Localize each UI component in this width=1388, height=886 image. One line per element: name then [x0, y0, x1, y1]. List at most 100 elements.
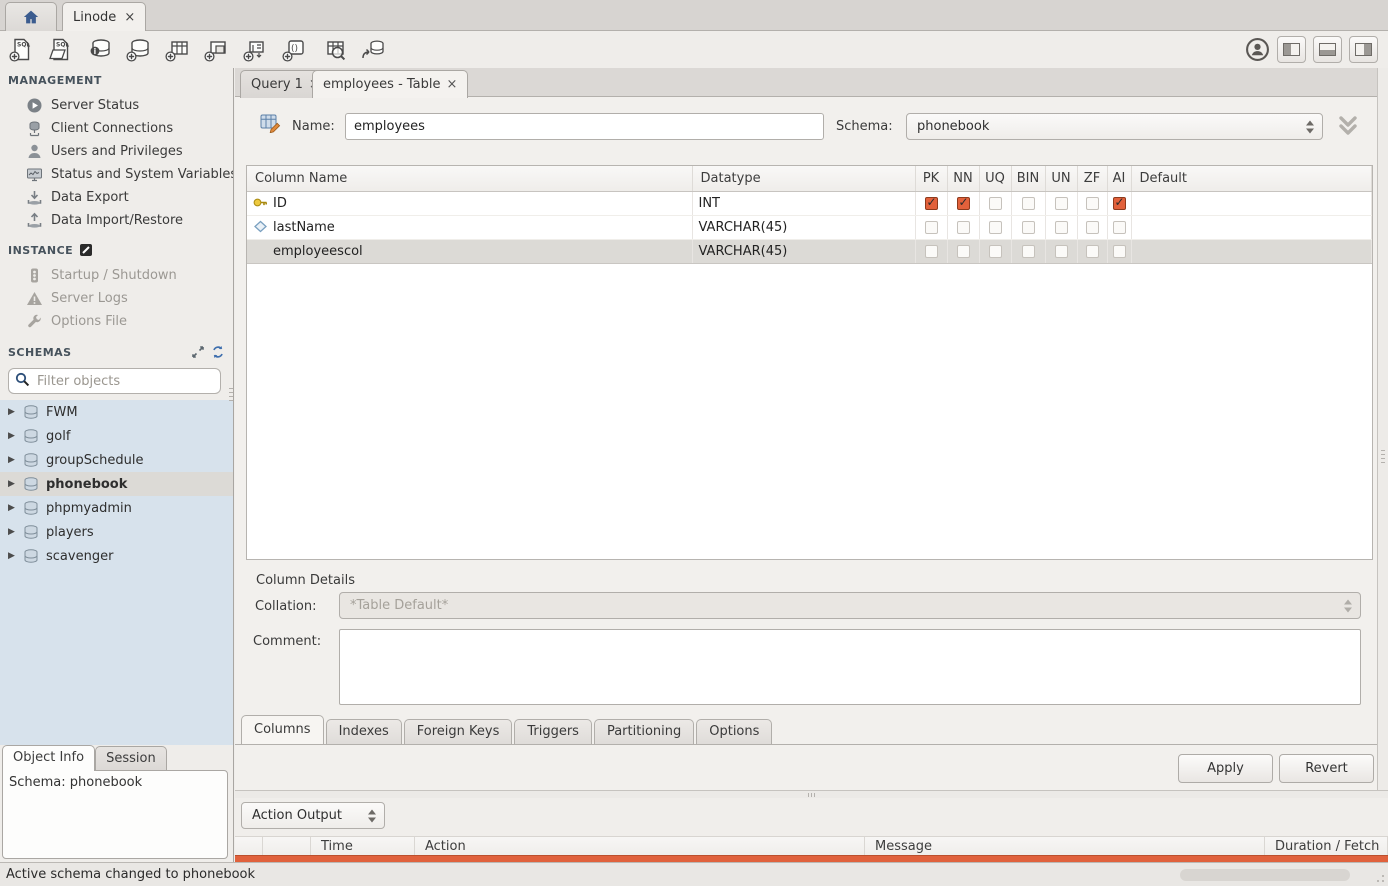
object-inspector-icon[interactable]: i — [87, 37, 112, 62]
editor-tab-employees-table[interactable]: employees - Table× — [312, 70, 468, 98]
apply-button[interactable]: Apply — [1178, 754, 1273, 783]
toggle-right-sidebar-icon[interactable] — [1349, 36, 1378, 63]
output-selector[interactable]: Action Output — [241, 802, 385, 829]
search-table-data-icon[interactable] — [321, 37, 346, 62]
checkbox-bin[interactable] — [1022, 197, 1035, 210]
schema-item-players[interactable]: ▶players — [0, 520, 233, 544]
checkbox-pk[interactable] — [925, 197, 938, 210]
checkbox-zf[interactable] — [1086, 197, 1099, 210]
subtab-columns[interactable]: Columns — [241, 715, 324, 744]
grid-header-uq[interactable]: UQ — [979, 166, 1011, 191]
subtab-options[interactable]: Options — [696, 719, 772, 744]
expander-arrow-icon[interactable]: ▶ — [8, 527, 18, 537]
expander-arrow-icon[interactable]: ▶ — [8, 455, 18, 465]
account-icon[interactable] — [1245, 37, 1270, 62]
revert-button[interactable]: Revert — [1279, 754, 1374, 783]
info-tab-object-info[interactable]: Object Info — [2, 745, 95, 771]
grid-header-nn[interactable]: NN — [947, 166, 979, 191]
right-panel-splitter[interactable] — [1377, 68, 1388, 790]
create-schema-icon[interactable] — [126, 37, 151, 62]
create-view-icon[interactable] — [204, 37, 229, 62]
grid-header-datatype[interactable]: Datatype — [692, 166, 915, 191]
expander-arrow-icon[interactable]: ▶ — [8, 407, 18, 417]
column-row-id[interactable]: IDINT — [247, 191, 1372, 215]
output-header-time[interactable]: Time — [311, 837, 415, 857]
checkbox-uq[interactable] — [989, 221, 1002, 234]
open-sql-script-icon[interactable]: SQL — [48, 37, 73, 62]
create-table-icon[interactable] — [165, 37, 190, 62]
schema-item-golf[interactable]: ▶golf — [0, 424, 233, 448]
grid-header-ai[interactable]: AI — [1107, 166, 1131, 191]
column-row-lastname[interactable]: lastNameVARCHAR(45) — [247, 215, 1372, 239]
grid-header-un[interactable]: UN — [1045, 166, 1077, 191]
output-header-message[interactable]: Message — [865, 837, 1265, 857]
expander-arrow-icon[interactable]: ▶ — [8, 479, 18, 489]
comment-textarea[interactable] — [339, 629, 1361, 705]
checkbox-nn[interactable] — [957, 221, 970, 234]
close-icon[interactable]: × — [447, 77, 458, 92]
checkbox-uq[interactable] — [989, 245, 1002, 258]
output-selected-row[interactable] — [235, 855, 1388, 862]
grid-header-pk[interactable]: PK — [915, 166, 947, 191]
schema-item-groupschedule[interactable]: ▶groupSchedule — [0, 448, 233, 472]
horizontal-scrollbar[interactable] — [1180, 869, 1350, 881]
subtab-partitioning[interactable]: Partitioning — [594, 719, 694, 744]
output-header-duration-fetch[interactable]: Duration / Fetch — [1265, 837, 1388, 857]
management-item-status-and-system-variables[interactable]: Status and System Variables — [0, 163, 233, 186]
close-icon[interactable]: × — [124, 10, 135, 25]
schema-item-scavenger[interactable]: ▶scavenger — [0, 544, 233, 568]
checkbox-un[interactable] — [1055, 221, 1068, 234]
checkbox-zf[interactable] — [1086, 221, 1099, 234]
checkbox-nn[interactable] — [957, 245, 970, 258]
output-header-action[interactable]: Action — [415, 837, 865, 857]
schema-item-phpmyadmin[interactable]: ▶phpmyadmin — [0, 496, 233, 520]
output-splitter[interactable] — [235, 790, 1388, 798]
checkbox-ai[interactable] — [1113, 245, 1126, 258]
checkbox-pk[interactable] — [925, 245, 938, 258]
checkbox-un[interactable] — [1055, 197, 1068, 210]
info-tab-session[interactable]: Session — [95, 746, 167, 771]
connection-tab-linode[interactable]: Linode × — [62, 2, 146, 31]
management-item-data-import-restore[interactable]: Data Import/Restore — [0, 209, 233, 232]
expander-arrow-icon[interactable]: ▶ — [8, 503, 18, 513]
column-row-employeescol[interactable]: employeescolVARCHAR(45) — [247, 239, 1372, 263]
output-header-blank[interactable] — [263, 837, 311, 857]
filter-objects-input[interactable] — [35, 373, 214, 390]
schema-select[interactable]: phonebook — [906, 113, 1323, 140]
collation-select[interactable]: *Table Default* — [339, 592, 1361, 619]
checkbox-un[interactable] — [1055, 245, 1068, 258]
expander-arrow-icon[interactable]: ▶ — [8, 431, 18, 441]
management-item-data-export[interactable]: Data Export — [0, 186, 233, 209]
checkbox-bin[interactable] — [1022, 221, 1035, 234]
table-name-input[interactable] — [345, 113, 824, 140]
grid-header-bin[interactable]: BIN — [1011, 166, 1045, 191]
grid-header-default[interactable]: Default — [1131, 166, 1372, 191]
grid-header-zf[interactable]: ZF — [1077, 166, 1107, 191]
management-item-users-and-privileges[interactable]: Users and Privileges — [0, 140, 233, 163]
management-item-server-status[interactable]: Server Status — [0, 94, 233, 117]
checkbox-ai[interactable] — [1113, 221, 1126, 234]
subtab-foreign-keys[interactable]: Foreign Keys — [404, 719, 513, 744]
create-procedure-icon[interactable] — [243, 37, 268, 62]
checkbox-uq[interactable] — [989, 197, 1002, 210]
checkbox-ai[interactable] — [1113, 197, 1126, 210]
checkbox-pk[interactable] — [925, 221, 938, 234]
home-tab[interactable] — [5, 2, 57, 31]
toggle-left-sidebar-icon[interactable] — [1277, 36, 1306, 63]
subtab-triggers[interactable]: Triggers — [514, 719, 592, 744]
schema-item-fwm[interactable]: ▶FWM — [0, 400, 233, 424]
new-sql-editor-icon[interactable]: SQL — [9, 37, 34, 62]
expander-arrow-icon[interactable]: ▶ — [8, 551, 18, 561]
sidebar-splitter[interactable] — [229, 388, 233, 414]
output-header-blank[interactable] — [235, 837, 263, 857]
checkbox-zf[interactable] — [1086, 245, 1099, 258]
refresh-icon[interactable] — [211, 345, 225, 359]
schema-item-phonebook[interactable]: ▶phonebook — [0, 472, 233, 496]
reconnect-dbms-icon[interactable] — [360, 37, 385, 62]
toggle-bottom-panel-icon[interactable] — [1313, 36, 1342, 63]
expand-panel-icon[interactable] — [191, 345, 205, 359]
grid-header-column-name[interactable]: Column Name — [247, 166, 692, 191]
expand-form-chevron-icon[interactable] — [1333, 111, 1363, 145]
management-item-client-connections[interactable]: Client Connections — [0, 117, 233, 140]
create-function-icon[interactable]: () — [282, 37, 307, 62]
